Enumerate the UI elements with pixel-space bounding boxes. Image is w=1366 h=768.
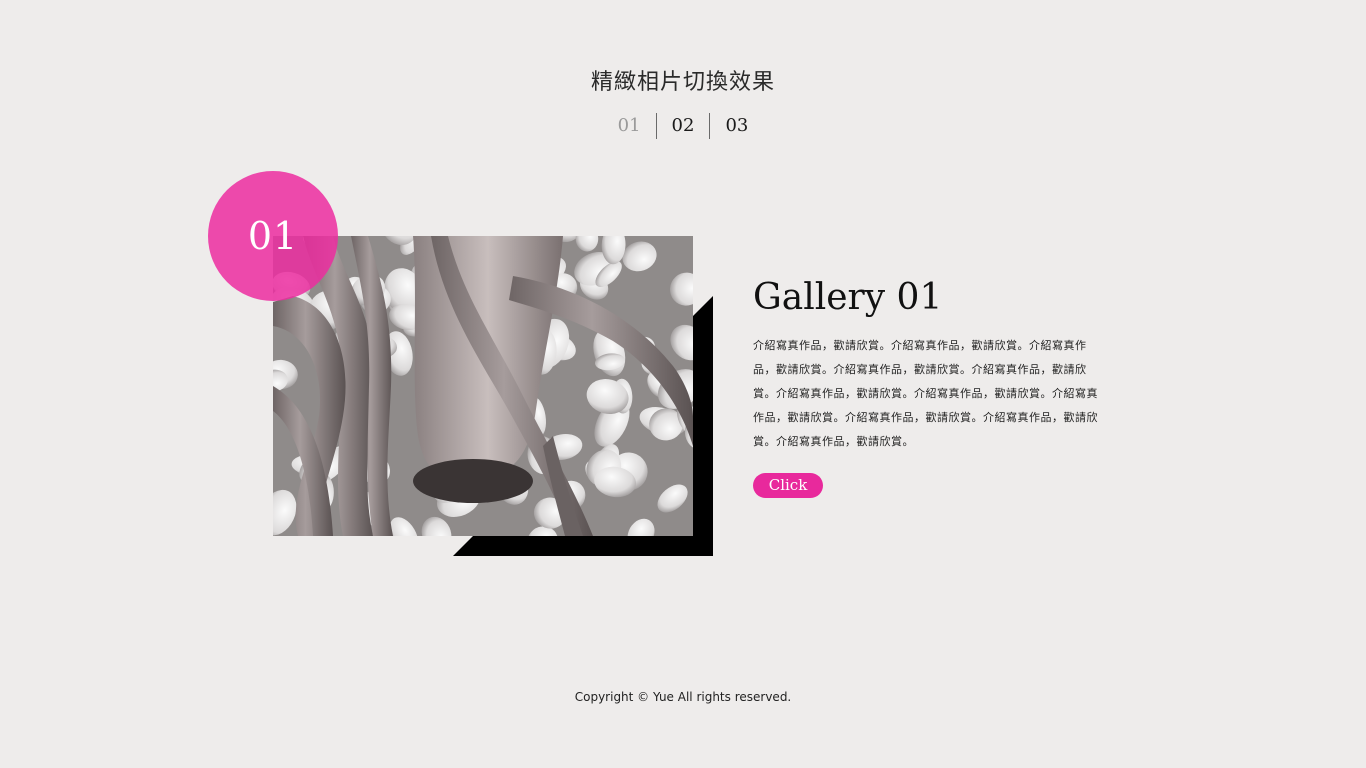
slide-number-badge: 01: [208, 171, 338, 301]
gallery-description: 介紹寫真作品，歡請欣賞。介紹寫真作品，歡請欣賞。介紹寫真作品，歡請欣賞。介紹寫真…: [753, 339, 1098, 448]
tab-03[interactable]: 03: [709, 113, 763, 139]
tab-02[interactable]: 02: [655, 113, 710, 139]
photo-frame: [273, 236, 713, 556]
slide-info: Gallery 01 介紹寫真作品，歡請欣賞。介紹寫真作品，歡請欣賞。介紹寫真作…: [753, 276, 1098, 498]
gallery-photo-image: [273, 236, 693, 536]
slide-number: 01: [247, 214, 299, 258]
gallery-title: Gallery 01: [753, 277, 943, 318]
tab-01[interactable]: 01: [603, 113, 656, 139]
slide-tab-nav: 01 02 03: [0, 113, 1366, 139]
gallery-photo[interactable]: [273, 236, 693, 536]
click-button[interactable]: Click: [753, 473, 823, 498]
footer-copyright: Copyright © Yue All rights reserved.: [574, 690, 792, 704]
page-title: 精緻相片切換效果: [590, 70, 775, 95]
